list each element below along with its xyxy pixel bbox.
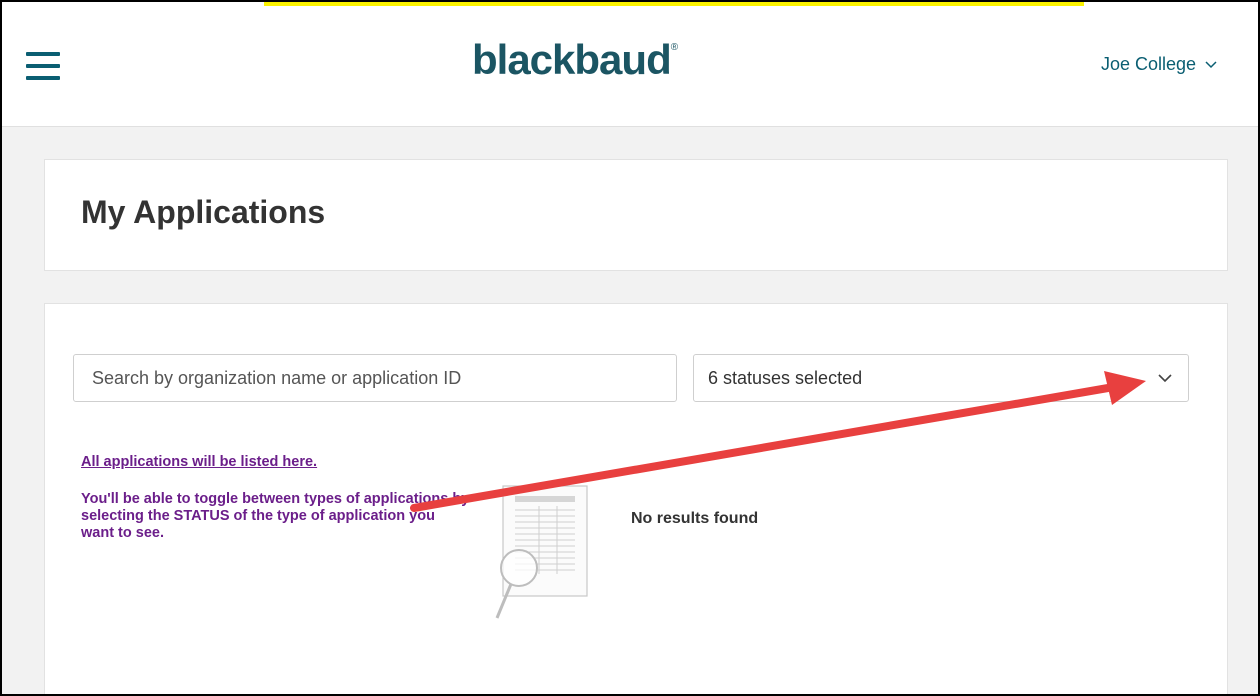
annotation-body: You'll be able to toggle between types o…	[81, 491, 470, 541]
applications-card: 6 statuses selected All applications wil…	[44, 303, 1228, 694]
logo-text: blackbaud	[472, 36, 672, 83]
user-name: Joe College	[1100, 54, 1196, 74]
highlight-bar	[264, 2, 1084, 6]
brand-logo[interactable]: blackbaud®	[472, 36, 678, 84]
chevron-down-icon	[1158, 374, 1172, 383]
user-menu[interactable]: Joe College	[1101, 54, 1218, 75]
hamburger-menu-icon[interactable]	[26, 52, 60, 80]
annotation-link[interactable]: All applications will be listed here.	[81, 454, 317, 470]
empty-results-message: No results found	[631, 510, 759, 527]
status-filter-select[interactable]: 6 statuses selected	[693, 354, 1189, 402]
status-filter-value: 6 statuses selected	[708, 367, 863, 388]
title-card: My Applications	[44, 159, 1228, 271]
top-navigation-bar: blackbaud® Joe College	[2, 2, 1258, 127]
annotation-note: All applications will be listed here. Yo…	[81, 454, 471, 542]
document-search-icon	[495, 485, 588, 619]
logo-mark: ®	[670, 42, 678, 53]
chevron-down-icon	[1205, 60, 1217, 68]
page-title: My Applications	[81, 194, 326, 230]
app-window: blackbaud® Joe College My Applications 6…	[0, 0, 1260, 696]
search-input[interactable]	[73, 354, 677, 402]
